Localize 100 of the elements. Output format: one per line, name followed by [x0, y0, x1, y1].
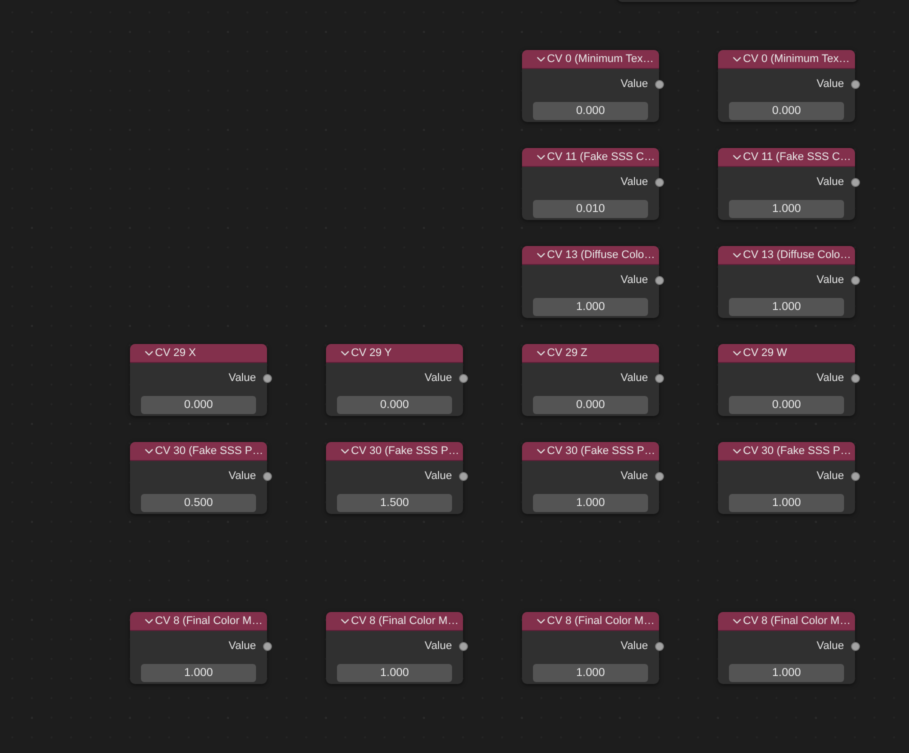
node-header[interactable]: CV 8 (Final Color M…	[326, 612, 463, 631]
output-socket-icon[interactable]	[850, 80, 860, 88]
output-label: Value	[816, 176, 844, 188]
node-title: CV 8 (Final Color M…	[743, 615, 851, 627]
chevron-down-icon[interactable]	[537, 618, 545, 624]
node-title: CV 29 X	[155, 347, 196, 359]
value-field[interactable]: 0.500	[141, 494, 256, 512]
output-label: Value	[424, 470, 452, 482]
output-label: Value	[816, 274, 844, 286]
output-label: Value	[620, 470, 648, 482]
output-socket-icon[interactable]	[654, 178, 664, 186]
value-field[interactable]: 0.000	[729, 102, 844, 120]
output-socket-icon[interactable]	[654, 642, 664, 650]
output-socket-icon[interactable]	[458, 642, 468, 650]
output-socket-icon[interactable]	[654, 472, 664, 480]
output-socket-icon[interactable]	[458, 374, 468, 382]
chevron-down-icon[interactable]	[733, 56, 741, 62]
value-field[interactable]: 1.000	[729, 664, 844, 682]
value-field[interactable]: 1.000	[533, 664, 648, 682]
node-header[interactable]: CV 8 (Final Color M…	[130, 612, 267, 631]
node-title: CV 8 (Final Color M…	[351, 615, 459, 627]
node-header[interactable]: CV 29 W	[718, 344, 855, 363]
value-field[interactable]: 1.000	[729, 298, 844, 316]
node-header[interactable]: CV 13 (Diffuse Colo…	[522, 246, 659, 265]
node-title: CV 8 (Final Color M…	[547, 615, 655, 627]
output-socket-icon[interactable]	[262, 374, 272, 382]
output-socket-icon[interactable]	[850, 374, 860, 382]
value-field[interactable]: 1.000	[729, 200, 844, 218]
chevron-down-icon[interactable]	[537, 350, 545, 356]
output-label: Value	[620, 640, 648, 652]
value-field[interactable]: 0.000	[729, 396, 844, 414]
chevron-down-icon[interactable]	[537, 56, 545, 62]
node-title: CV 8 (Final Color M…	[155, 615, 263, 627]
node-header[interactable]: CV 29 X	[130, 344, 267, 363]
chevron-down-icon[interactable]	[537, 154, 545, 160]
chevron-down-icon[interactable]	[341, 448, 349, 454]
output-label: Value	[816, 470, 844, 482]
node-header[interactable]: CV 30 (Fake SSS P…	[522, 442, 659, 461]
value-field[interactable]: 1.000	[533, 298, 648, 316]
node-header[interactable]: CV 30 (Fake SSS P…	[130, 442, 267, 461]
value-field[interactable]: 1.000	[729, 494, 844, 512]
output-label: Value	[228, 470, 256, 482]
output-label: Value	[620, 176, 648, 188]
output-socket-icon[interactable]	[458, 472, 468, 480]
chevron-down-icon[interactable]	[145, 618, 153, 624]
chevron-down-icon[interactable]	[145, 448, 153, 454]
output-socket-icon[interactable]	[262, 472, 272, 480]
value-field[interactable]: 1.000	[141, 664, 256, 682]
value-field[interactable]: 0.000	[141, 396, 256, 414]
output-socket-icon[interactable]	[850, 276, 860, 284]
chevron-down-icon[interactable]	[733, 154, 741, 160]
chevron-down-icon[interactable]	[733, 448, 741, 454]
output-socket-icon[interactable]	[262, 642, 272, 650]
node-header[interactable]: CV 8 (Final Color M…	[522, 612, 659, 631]
node-title: CV 11 (Fake SSS C…	[547, 151, 655, 163]
node-header[interactable]: CV 30 (Fake SSS P…	[326, 442, 463, 461]
node-title: CV 29 Z	[547, 347, 588, 359]
value-field[interactable]: 0.000	[337, 396, 452, 414]
node-header[interactable]: CV 29 Y	[326, 344, 463, 363]
value-field[interactable]: 0.010	[533, 200, 648, 218]
node-title: CV 30 (Fake SSS P…	[743, 445, 852, 457]
output-label: Value	[620, 372, 648, 384]
node-title: CV 29 Y	[351, 347, 392, 359]
chevron-down-icon[interactable]	[733, 252, 741, 258]
node-header[interactable]: CV 11 (Fake SSS C…	[718, 148, 855, 167]
chevron-down-icon[interactable]	[341, 618, 349, 624]
output-socket-icon[interactable]	[850, 472, 860, 480]
node-title: CV 13 (Diffuse Colo…	[743, 249, 852, 261]
node-header[interactable]: CV 13 (Diffuse Colo…	[718, 246, 855, 265]
node-header[interactable]: CV 30 (Fake SSS P…	[718, 442, 855, 461]
value-field[interactable]: 1.500	[337, 494, 452, 512]
output-label: Value	[620, 78, 648, 90]
value-field[interactable]: 0.000	[533, 102, 648, 120]
output-socket-icon[interactable]	[654, 276, 664, 284]
value-field[interactable]: 0.000	[533, 396, 648, 414]
chevron-down-icon[interactable]	[733, 350, 741, 356]
output-label: Value	[816, 78, 844, 90]
node-header[interactable]: CV 29 Z	[522, 344, 659, 363]
output-socket-icon[interactable]	[654, 80, 664, 88]
chevron-down-icon[interactable]	[537, 252, 545, 258]
output-socket-icon[interactable]	[654, 374, 664, 382]
output-socket-icon[interactable]	[850, 642, 860, 650]
chevron-down-icon[interactable]	[733, 618, 741, 624]
chevron-down-icon[interactable]	[145, 350, 153, 356]
output-label: Value	[228, 372, 256, 384]
output-label: Value	[620, 274, 648, 286]
node-header[interactable]: CV 8 (Final Color M…	[718, 612, 855, 631]
output-socket-icon[interactable]	[850, 178, 860, 186]
node-title: CV 0 (Minimum Tex…	[547, 53, 654, 65]
node-header[interactable]: CV 11 (Fake SSS C…	[522, 148, 659, 167]
output-label: Value	[424, 640, 452, 652]
value-field[interactable]: 1.000	[337, 664, 452, 682]
chevron-down-icon[interactable]	[537, 448, 545, 454]
node-header[interactable]: CV 0 (Minimum Tex…	[522, 50, 659, 69]
output-label: Value	[816, 640, 844, 652]
chevron-down-icon[interactable]	[341, 350, 349, 356]
node-title: CV 29 W	[743, 347, 788, 359]
node-title: CV 30 (Fake SSS P…	[547, 445, 656, 457]
node-header[interactable]: CV 0 (Minimum Tex…	[718, 50, 855, 69]
value-field[interactable]: 1.000	[533, 494, 648, 512]
